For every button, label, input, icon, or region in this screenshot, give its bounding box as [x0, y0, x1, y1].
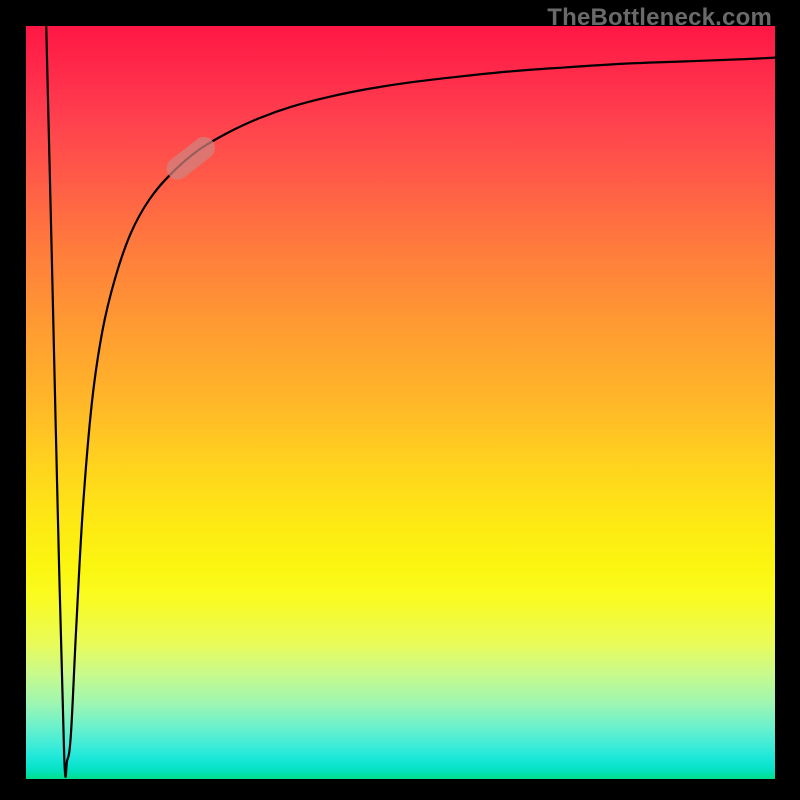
curve-highlight-marker: [162, 132, 219, 184]
bottleneck-curve: [46, 26, 775, 777]
chart-curve-layer: [26, 26, 775, 779]
chart-wrapper: TheBottleneck.com: [0, 0, 800, 800]
watermark-text: TheBottleneck.com: [547, 4, 772, 32]
